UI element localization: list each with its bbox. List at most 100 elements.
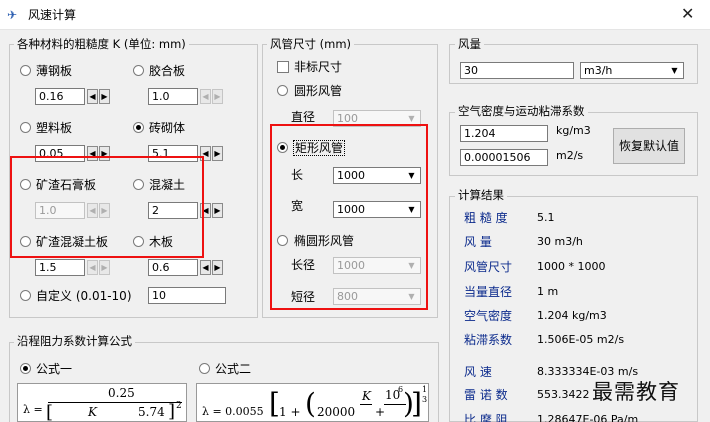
formula-1-lambda: λ = — [23, 403, 43, 416]
radio-rect-duct[interactable] — [277, 142, 288, 153]
label-plywood: 胶合板 — [149, 64, 186, 78]
bracket: [ — [46, 402, 54, 422]
friction-formula-group-label: 沿程阻力系数计算公式 — [14, 334, 135, 348]
label-steel: 薄钢板 — [36, 64, 73, 78]
window-title: 风速计算 — [28, 8, 77, 22]
formula-2-plus: + — [375, 405, 386, 419]
result-label: 比 摩 阻 — [464, 413, 508, 422]
close-icon[interactable]: ✕ — [681, 6, 694, 22]
result-label: 粗 糙 度 — [464, 211, 508, 225]
air-properties-group-label: 空气密度与运动粘滞系数 — [455, 104, 588, 118]
label-short-axis: 短径 — [291, 290, 316, 304]
viscosity-unit: m2/s — [556, 149, 584, 162]
bracket: ] — [411, 387, 422, 420]
field-steel[interactable]: 0.16 — [35, 88, 85, 105]
label-formula-2: 公式二 — [215, 362, 252, 376]
density-unit: kg/m3 — [556, 124, 591, 137]
radio-brick[interactable] — [133, 122, 144, 133]
title-bar — [0, 0, 710, 30]
fraction-bar — [360, 404, 372, 405]
results-group-label: 计算结果 — [455, 188, 507, 202]
label-ellipse-duct: 椭圆形风管 — [294, 234, 355, 248]
radio-round-duct[interactable] — [277, 85, 288, 96]
formula-2-mid: 1 + — [279, 405, 301, 419]
result-value: 1.506E-05 m2/s — [537, 333, 625, 346]
chevron-down-icon[interactable]: ▼ — [404, 258, 419, 273]
result-label: 当量直径 — [464, 285, 513, 299]
airflow-group-label: 风量 — [455, 37, 484, 51]
label-nonstandard: 非标尺寸 — [294, 60, 343, 74]
spin-left-icon[interactable]: ◀ — [87, 260, 98, 275]
density-input[interactable]: 1.204 — [460, 125, 548, 142]
radio-ellipse-duct[interactable] — [277, 235, 288, 246]
label-custom: 自定义 (0.01-10) — [36, 289, 132, 303]
label-formula-1: 公式一 — [36, 362, 73, 376]
spin-right-icon[interactable]: ▶ — [99, 260, 110, 275]
formula-1-image: λ = 0.25 [ K 5.74 ] 2 — [17, 383, 187, 422]
result-value: 30 m3/h — [537, 235, 583, 248]
bracket: ] — [168, 401, 176, 422]
bracket: ( — [305, 387, 316, 420]
label-plastic: 塑料板 — [36, 121, 73, 135]
result-label: 风管尺寸 — [464, 260, 513, 274]
chevron-down-icon[interactable]: ▼ — [404, 202, 419, 217]
formula-1-const: 5.74 — [138, 405, 165, 419]
fraction-bar — [48, 402, 182, 403]
field-slag-concrete[interactable]: 1.5 — [35, 259, 85, 276]
radio-formula-2[interactable] — [199, 363, 210, 374]
highlight-box — [10, 156, 204, 258]
formula-2-three: 3 — [422, 395, 428, 404]
result-label: 风 速 — [464, 365, 492, 379]
formula-1-numerator: 0.25 — [108, 386, 135, 400]
label-brick: 砖砌体 — [149, 121, 186, 135]
formula-2-lambda: λ = 0.0055 — [202, 405, 264, 418]
spin-right-icon[interactable]: ▶ — [99, 89, 110, 104]
result-label: 风 量 — [464, 235, 492, 249]
formula-1-exp: 2 — [176, 401, 182, 411]
result-label: 空气密度 — [464, 309, 513, 323]
app-icon: ✈ — [7, 8, 18, 22]
formula-2-coef: 20000 — [317, 405, 356, 419]
result-value: 5.1 — [537, 211, 555, 224]
label-diameter: 直径 — [291, 110, 316, 124]
label-rect-duct: 矩形风管 — [293, 140, 346, 156]
spin-right-icon[interactable]: ▶ — [212, 89, 223, 104]
spin-right-icon[interactable]: ▶ — [212, 203, 223, 218]
radio-custom[interactable] — [20, 290, 31, 301]
radio-steel[interactable] — [20, 65, 31, 76]
label-length: 长 — [291, 168, 304, 182]
label-long-axis: 长径 — [291, 258, 316, 272]
spin-left-icon[interactable]: ◀ — [200, 260, 211, 275]
field-custom[interactable]: 10 — [148, 287, 226, 304]
airflow-input[interactable]: 30 — [460, 62, 574, 79]
spin-left-icon[interactable]: ◀ — [200, 89, 211, 104]
label-round-duct: 圆形风管 — [294, 84, 343, 98]
result-value: 1.204 kg/m3 — [537, 309, 607, 322]
result-value: 1 m — [537, 285, 559, 298]
result-value: 553.3422 — [537, 388, 590, 401]
formula-2-K: K — [362, 389, 371, 403]
field-wood[interactable]: 0.6 — [148, 259, 198, 276]
reset-defaults-button[interactable]: 恢复默认值 — [613, 128, 685, 164]
duct-group-label: 风管尺寸 (mm) — [267, 37, 355, 51]
chevron-down-icon[interactable]: ▼ — [404, 168, 419, 183]
result-label: 粘滞系数 — [464, 333, 513, 347]
radio-plastic[interactable] — [20, 122, 31, 133]
label-width: 宽 — [291, 199, 304, 213]
spin-right-icon[interactable]: ▶ — [212, 260, 223, 275]
result-value: 1.28647E-06 Pa/m — [537, 413, 639, 422]
checkbox-nonstandard[interactable] — [277, 61, 289, 73]
chevron-down-icon[interactable]: ▼ — [404, 289, 419, 304]
result-value: 1000 * 1000 — [537, 260, 606, 273]
chevron-down-icon[interactable]: ▼ — [667, 63, 682, 78]
radio-plywood[interactable] — [133, 65, 144, 76]
viscosity-input[interactable]: 0.00001506 — [460, 149, 548, 166]
spin-left-icon[interactable]: ◀ — [87, 89, 98, 104]
roughness-group-label: 各种材料的粗糙度 K (单位: mm) — [14, 37, 189, 51]
formula-2-image: λ = 0.0055 [ 1 + ( 20000 K + 10 6 ) ] 1 … — [196, 383, 429, 422]
radio-formula-1[interactable] — [20, 363, 31, 374]
spin-right-icon[interactable]: ▶ — [212, 146, 223, 161]
field-plywood[interactable]: 1.0 — [148, 88, 198, 105]
result-label: 雷 诺 数 — [464, 388, 508, 402]
formula-2-one: 1 — [422, 385, 428, 394]
